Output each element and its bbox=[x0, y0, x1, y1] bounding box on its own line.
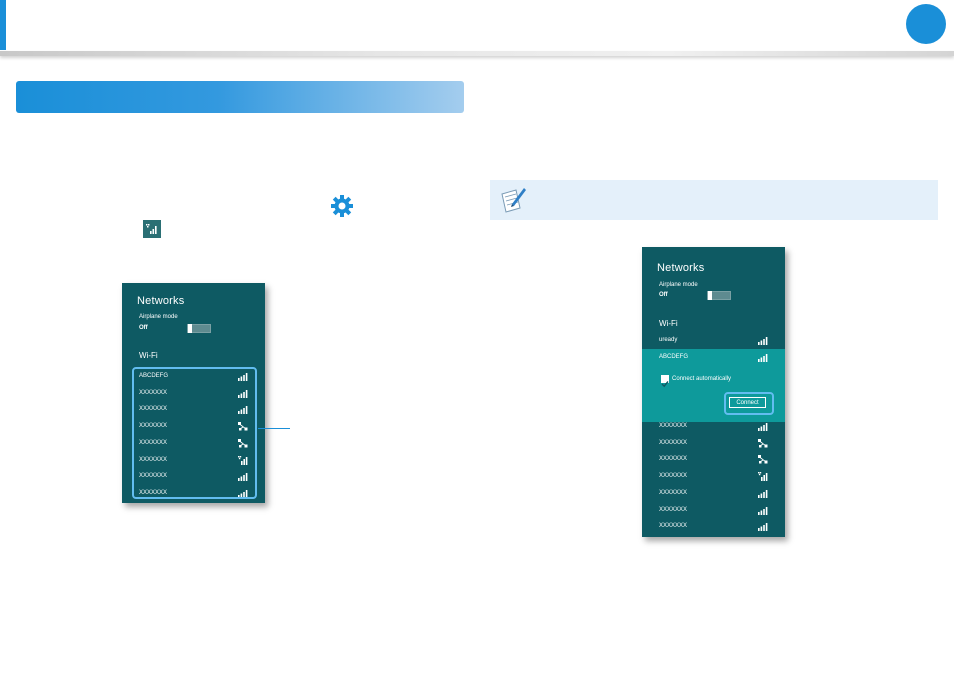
network-name: XXXXXXX bbox=[659, 506, 688, 513]
network-name: XXXXXXX bbox=[659, 473, 688, 480]
panel-title: Networks bbox=[657, 262, 705, 274]
networks-panel-left: Networks Airplane mode Off Wi-Fi ABCDEFG… bbox=[122, 283, 265, 503]
airplane-mode-toggle[interactable] bbox=[187, 324, 211, 333]
network-name: XXXXXXX bbox=[659, 456, 688, 463]
wifi-signal-icon bbox=[758, 423, 768, 431]
network-item[interactable]: XXXXXXX bbox=[659, 451, 768, 468]
panel-title: Networks bbox=[137, 295, 185, 307]
connect-automatically-label: Connect automatically bbox=[672, 376, 732, 382]
network-item[interactable]: XXXXXXX bbox=[659, 468, 768, 485]
checkmark-icon bbox=[661, 381, 669, 388]
wifi-signal-icon bbox=[758, 354, 768, 362]
network-item[interactable]: XXXXXXX bbox=[659, 418, 768, 435]
note-box bbox=[490, 180, 938, 220]
network-name: XXXXXXX bbox=[659, 439, 688, 446]
network-name: XXXXXXX bbox=[659, 489, 688, 496]
callout-line bbox=[258, 428, 290, 429]
network-item[interactable]: XXXXXXX bbox=[659, 502, 768, 519]
wifi-signal-icon bbox=[758, 489, 768, 498]
header-accent-bar bbox=[0, 0, 6, 50]
header-divider bbox=[0, 51, 954, 56]
airplane-mode-state: Off bbox=[139, 325, 148, 331]
network-item[interactable]: XXXXXXX bbox=[659, 485, 768, 502]
section-title-bar bbox=[16, 81, 464, 113]
wifi-signal-icon bbox=[758, 523, 768, 532]
selected-network-expanded[interactable]: ABCDEFG Connect automatically Connect bbox=[642, 349, 785, 422]
airplane-mode-state: Off bbox=[659, 292, 668, 298]
wifi-signal-icon bbox=[758, 506, 768, 515]
airplane-mode-label: Airplane mode bbox=[139, 314, 178, 320]
note-pen-icon bbox=[501, 188, 526, 213]
airplane-mode-toggle[interactable] bbox=[707, 291, 731, 300]
connect-automatically-checkbox[interactable] bbox=[661, 375, 669, 388]
network-item-selected[interactable]: ABCDEFG bbox=[659, 349, 768, 366]
network-name: XXXXXXX bbox=[659, 523, 688, 530]
shared-network-icon bbox=[758, 438, 768, 448]
networks-panel-right: Networks Airplane mode Off Wi-Fi uready … bbox=[642, 247, 785, 537]
wifi-heading: Wi-Fi bbox=[659, 319, 678, 328]
network-name: ABCDEFG bbox=[659, 354, 689, 360]
connect-button[interactable]: Connect bbox=[729, 397, 766, 408]
wifi-signal-icon bbox=[758, 337, 768, 345]
network-item[interactable]: uready bbox=[659, 332, 768, 349]
chapter-badge bbox=[906, 4, 946, 44]
network-item[interactable]: XXXXXXX bbox=[659, 435, 768, 452]
network-item[interactable]: XXXXXXX bbox=[659, 518, 768, 535]
shared-network-icon bbox=[758, 455, 768, 464]
network-name: XXXXXXX bbox=[659, 423, 688, 429]
wifi-heading: Wi-Fi bbox=[139, 351, 158, 360]
network-list-highlight bbox=[132, 367, 257, 499]
secured-signal-icon bbox=[758, 472, 768, 482]
network-icon bbox=[143, 220, 161, 238]
gear-icon bbox=[331, 195, 353, 217]
airplane-mode-label: Airplane mode bbox=[659, 282, 698, 288]
network-name: uready bbox=[659, 337, 678, 343]
